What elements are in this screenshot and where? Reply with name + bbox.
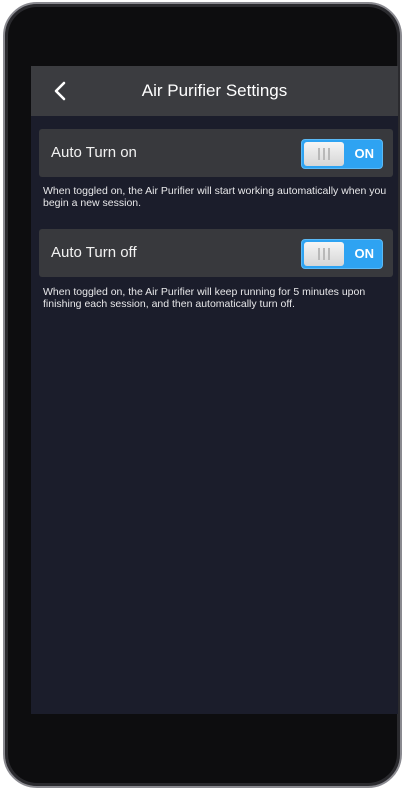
auto-turn-off-description: When toggled on, the Air Purifier will k… <box>43 286 366 310</box>
auto-turn-off-toggle[interactable]: ON <box>301 239 383 269</box>
toggle-state-text: ON <box>354 246 375 261</box>
toggle-knob <box>304 242 344 266</box>
auto-turn-off-row: Auto Turn off ON <box>39 229 393 277</box>
auto-turn-on-description: When toggled on, the Air Purifier will s… <box>43 185 387 209</box>
chevron-left-icon <box>54 81 66 101</box>
top-bar: Air Purifier Settings <box>31 66 398 116</box>
auto-turn-off-label: Auto Turn off <box>51 244 137 261</box>
auto-turn-on-label: Auto Turn on <box>51 144 137 161</box>
toggle-state-text: ON <box>354 146 375 161</box>
device-frame: Air Purifier Settings Auto Turn on ON Wh… <box>3 2 402 788</box>
back-button[interactable] <box>45 76 75 106</box>
auto-turn-on-row: Auto Turn on ON <box>39 129 393 177</box>
page-title: Air Purifier Settings <box>141 81 288 100</box>
auto-turn-on-toggle[interactable]: ON <box>301 139 383 169</box>
app-screen: Air Purifier Settings Auto Turn on ON Wh… <box>31 66 398 714</box>
toggle-knob <box>304 142 344 166</box>
